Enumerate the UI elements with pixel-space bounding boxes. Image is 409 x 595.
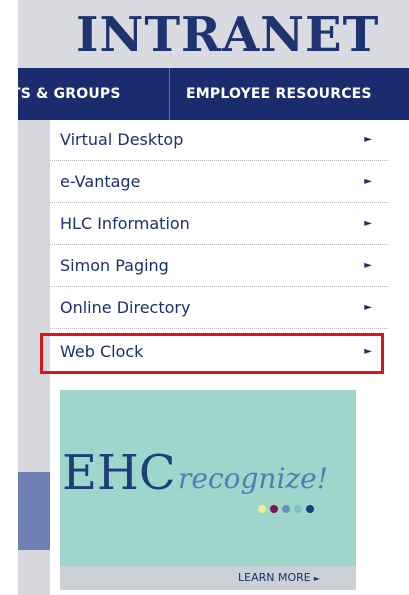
arrow-right-icon: ► — [364, 134, 372, 145]
banner-ehc-text: EHC — [62, 445, 176, 501]
arrow-right-icon: ► — [364, 218, 372, 229]
menu-item-label: Virtual Desktop — [60, 130, 184, 149]
left-accent-block — [18, 472, 54, 550]
tab-employee-resources-label: EMPLOYEE RESOURCES — [186, 86, 372, 102]
dot-icon — [294, 505, 302, 513]
menu-item-label: Simon Paging — [60, 256, 169, 275]
arrow-right-icon: ► — [313, 574, 320, 583]
menu-item-e-vantage[interactable]: e-Vantage ► — [50, 162, 389, 203]
arrow-right-icon: ► — [364, 260, 372, 271]
arrow-right-icon: ► — [364, 302, 372, 313]
learn-more-link[interactable]: LEARN MORE ► — [238, 566, 320, 591]
arrow-right-icon: ► — [364, 176, 372, 187]
menu-item-hlc-information[interactable]: HLC Information ► — [50, 204, 389, 245]
learn-more-label: LEARN MORE — [238, 571, 311, 584]
menu-item-virtual-desktop[interactable]: Virtual Desktop ► — [50, 120, 389, 161]
tab-departments-groups-label: TS & GROUPS — [18, 86, 121, 102]
menu-item-online-directory[interactable]: Online Directory ► — [50, 288, 389, 329]
dot-icon — [306, 505, 314, 513]
menu-item-simon-paging[interactable]: Simon Paging ► — [50, 246, 389, 287]
banner-recognize-text: recognize! — [178, 462, 328, 495]
dot-icon — [270, 505, 278, 513]
dot-icon — [282, 505, 290, 513]
dot-icon — [258, 505, 266, 513]
web-clock-highlight-box — [40, 333, 384, 374]
menu-item-label: Online Directory — [60, 298, 191, 317]
tab-employee-resources[interactable]: EMPLOYEE RESOURCES — [170, 68, 372, 120]
intranet-header: INTRANET — [18, 0, 409, 68]
menu-item-label: e-Vantage — [60, 172, 141, 191]
main-nav-bar: TS & GROUPS EMPLOYEE RESOURCES — [18, 68, 409, 120]
intranet-logo[interactable]: INTRANET — [76, 2, 379, 68]
menu-item-label: HLC Information — [60, 214, 190, 233]
tab-departments-groups[interactable]: TS & GROUPS — [18, 68, 121, 120]
